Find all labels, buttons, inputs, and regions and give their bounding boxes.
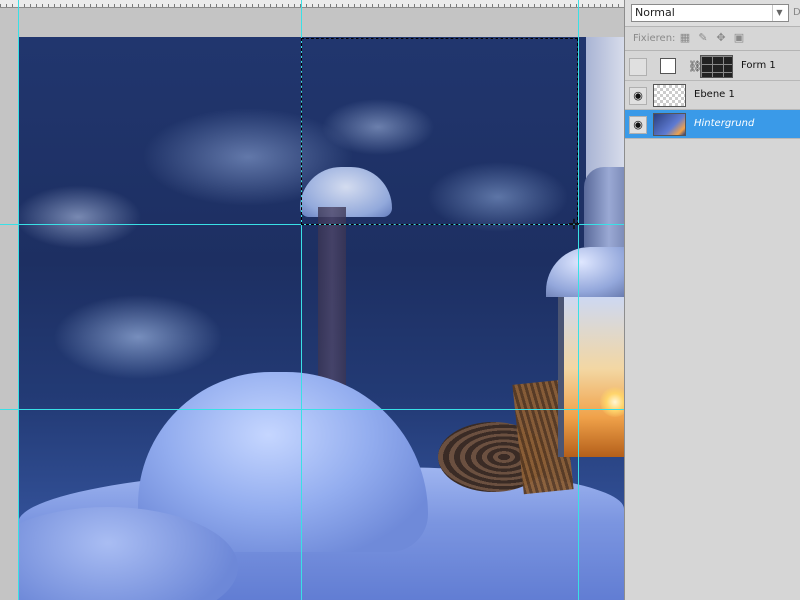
blend-mode-row: Normal ▼ D — [625, 0, 800, 27]
eye-icon[interactable]: ◉ — [629, 87, 647, 105]
lock-transparent-icon[interactable]: ▦ — [679, 32, 691, 44]
lock-label: Fixieren: — [633, 33, 676, 44]
layer-thumbnail — [653, 113, 686, 136]
layer-thumbnail — [660, 58, 676, 74]
layer-row-form-1[interactable]: ⛓ Form 1 — [625, 52, 800, 81]
horizontal-ruler[interactable] — [0, 0, 624, 8]
layers-panel: Normal ▼ D Fixieren: ▦ ✎ ✥ ▣ ⛓ Form 1 ◉ … — [624, 0, 800, 600]
lock-all-icon[interactable]: ▣ — [733, 32, 745, 44]
lantern-top — [584, 167, 624, 247]
vertical-guide[interactable] — [578, 0, 579, 600]
layer-row-hintergrund[interactable]: ◉ Hintergrund — [625, 110, 800, 139]
chevron-down-icon[interactable]: ▼ — [772, 5, 786, 21]
lock-move-icon[interactable]: ✥ — [715, 32, 727, 44]
layer-name: Hintergrund — [694, 118, 755, 129]
layer-thumbnail — [653, 84, 686, 107]
lantern-glass — [558, 297, 624, 457]
photoshop-window: ✛ Normal ▼ D Fixieren: ▦ ✎ ✥ ▣ ⛓ Form 1 … — [0, 0, 800, 600]
visibility-toggle[interactable] — [629, 58, 647, 76]
eye-icon[interactable]: ◉ — [629, 116, 647, 134]
layer-row-ebene-1[interactable]: ◉ Ebene 1 — [625, 81, 800, 110]
layer-name: Form 1 — [741, 60, 776, 71]
blend-mode-value: Normal — [635, 6, 675, 19]
layer-name: Ebene 1 — [694, 89, 735, 100]
marquee-selection[interactable] — [301, 38, 578, 225]
move-cursor-icon: ✛ — [568, 217, 580, 233]
lock-row: Fixieren: ▦ ✎ ✥ ▣ — [625, 27, 800, 51]
lock-paint-icon[interactable]: ✎ — [697, 32, 709, 44]
vector-mask-thumbnail[interactable] — [700, 55, 733, 78]
vertical-guide[interactable] — [18, 0, 19, 600]
blend-mode-select[interactable]: Normal ▼ — [631, 4, 789, 22]
horizontal-guide[interactable] — [0, 409, 624, 410]
lantern-flame — [600, 387, 624, 417]
photo-wall — [586, 37, 624, 187]
opacity-label-truncated: D — [793, 7, 800, 18]
lantern-roof — [546, 247, 624, 297]
